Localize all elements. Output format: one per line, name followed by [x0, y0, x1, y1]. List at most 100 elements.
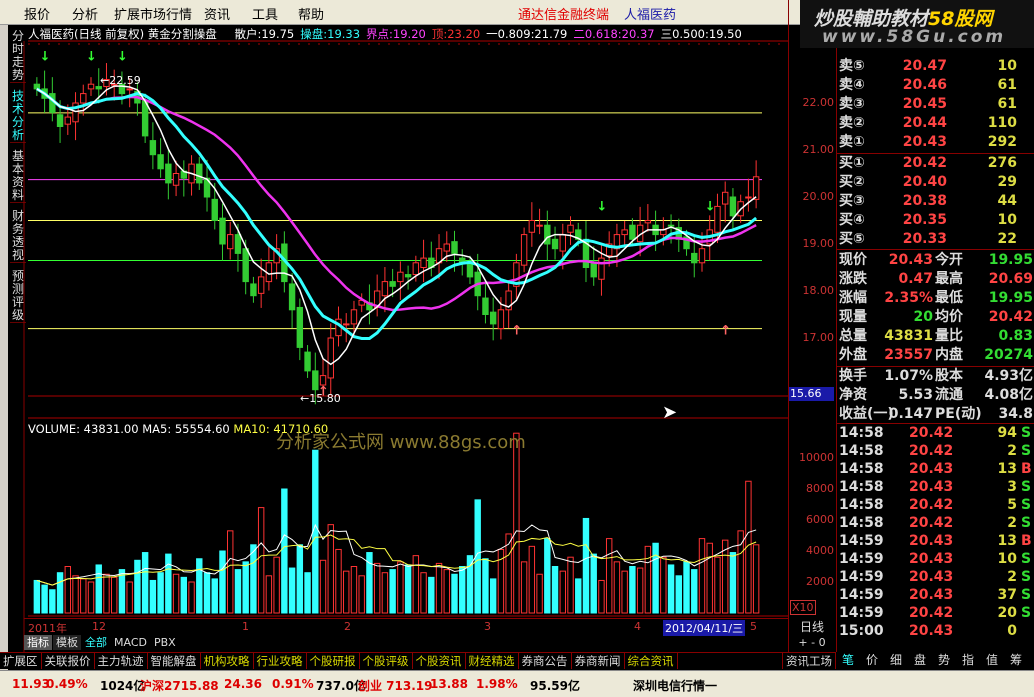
volume-bar	[95, 564, 102, 614]
quote-row: 涨幅 2.35% 最低 19.95	[837, 289, 1034, 307]
bottom-tab[interactable]: 行业攻略	[254, 653, 307, 669]
volume-bar	[559, 570, 566, 614]
volume-bar	[729, 552, 737, 614]
volume-bar	[304, 572, 311, 614]
volume-axis-label: 4000	[806, 544, 834, 557]
zoom-controls[interactable]: + - 0	[790, 636, 834, 650]
order-label: 买③	[839, 193, 865, 209]
fund-value: 34.8	[998, 406, 1033, 422]
tab-all[interactable]: 全部	[82, 635, 110, 650]
tick-volume: 2	[1007, 515, 1017, 531]
volume-bar	[443, 569, 450, 614]
quote-row: 卖② 20.44 110	[837, 114, 1034, 132]
tick-volume: 2	[1007, 569, 1017, 585]
volume-bar	[227, 530, 234, 614]
right-panel-tabs: 笔价细盘势指值筹	[836, 652, 1034, 669]
bottom-tab[interactable]: 个股资讯	[413, 653, 466, 669]
tab-pbx[interactable]: PBX	[151, 635, 179, 650]
quote-label: 最低	[935, 290, 963, 306]
bottom-tabs: 扩展区 关联报价 主力轨迹 智能解盘 机构攻略 行业攻略 个股研报 个股评级 个股资讯 财经精选券…	[0, 652, 836, 669]
right-tab[interactable]: 盘	[908, 652, 932, 668]
tick-price: 20.43	[909, 533, 954, 549]
sell-signal-arrow-icon: ↓	[117, 50, 128, 65]
bottom-tab[interactable]: 综合资讯	[625, 653, 678, 669]
order-volume: 10	[997, 58, 1017, 74]
tick-time: 15:00	[839, 623, 884, 639]
volume-bar	[489, 578, 497, 614]
volume-axis-label: 8000	[806, 482, 834, 495]
bottom-tab[interactable]: 主力轨迹	[95, 653, 148, 669]
candle-body	[691, 252, 698, 264]
right-tab[interactable]: 值	[980, 652, 1004, 668]
tab-indicator[interactable]: 指标	[24, 635, 52, 650]
volume-bar	[265, 575, 273, 614]
kline-chart[interactable]: ↓ ↓ ↓↑↑↓ ↓↑	[0, 0, 836, 652]
volume-bar	[706, 542, 713, 614]
status-item: 深圳电信行情一	[633, 679, 718, 693]
tick-time: 14:58	[839, 497, 884, 513]
candle-body	[196, 163, 203, 184]
status-item: 0.49%	[46, 677, 88, 691]
quote-row: 卖⑤ 20.47 10	[837, 57, 1034, 75]
tick-time: 14:58	[839, 425, 884, 441]
selected-date: 2012/04/11/三	[663, 620, 746, 636]
price-axis-label: 21.00	[802, 143, 835, 156]
volume-bar	[605, 538, 613, 614]
quote-row: 外盘 23557 内盘 20274	[837, 346, 1034, 364]
order-volume: 29	[997, 174, 1017, 190]
right-tab[interactable]: 价	[860, 652, 884, 668]
tick-side: B	[1021, 533, 1032, 549]
bottom-tab[interactable]: 券商新闻	[572, 653, 625, 669]
bottom-tab[interactable]: 个股研报	[307, 653, 360, 669]
cursor-price-label: 15.66	[788, 387, 834, 401]
right-tab[interactable]: 细	[884, 652, 908, 668]
bottom-tab[interactable]: 财经精选	[466, 653, 519, 669]
tick-price: 20.42	[909, 443, 954, 459]
bottom-tab[interactable]: 券商公告	[519, 653, 572, 669]
right-tab[interactable]: 指	[956, 652, 980, 668]
candle-body	[598, 257, 605, 280]
right-tab[interactable]: 笔	[836, 652, 860, 668]
quote-value: 20	[913, 309, 933, 325]
volume-bar	[219, 550, 226, 614]
volume-bar	[165, 553, 172, 614]
candle-body	[172, 173, 180, 186]
volume-bar	[528, 545, 536, 614]
candle-body	[250, 283, 257, 297]
tick-time: 14:58	[839, 461, 884, 477]
candle-body	[551, 238, 559, 250]
order-label: 卖①	[839, 134, 865, 150]
date-mark: 12	[92, 620, 106, 633]
tab-macd[interactable]: MACD	[111, 635, 150, 650]
fund-value: 4.08亿	[984, 387, 1033, 403]
volume-bar	[288, 567, 296, 614]
volume-bar	[41, 584, 48, 614]
fund-label: 净资	[839, 387, 867, 403]
fund-value: 4.93亿	[984, 368, 1033, 384]
info-value: 三0.500:19.50	[660, 27, 742, 41]
right-tab[interactable]: 筹	[1004, 652, 1028, 668]
status-bar: 11.93 0.49% 1024亿 沪深2715.88 24.36 0.91% 737.0亿…	[0, 670, 1034, 697]
tick-time: 14:58	[839, 443, 884, 459]
quote-value: 19.95	[988, 290, 1033, 306]
candle-body	[544, 224, 551, 245]
bottom-tab[interactable]: 资讯工场	[782, 653, 836, 669]
candle-body	[466, 262, 474, 278]
bottom-tab[interactable]: 扩展区	[0, 653, 42, 669]
bottom-tab[interactable]: 个股评级	[360, 653, 413, 669]
candle-body	[234, 234, 242, 254]
candle-body	[56, 114, 64, 127]
right-tab[interactable]: 势	[932, 652, 956, 668]
order-price: 20.40	[902, 174, 947, 190]
bottom-tab[interactable]: 智能解盘	[148, 653, 201, 669]
order-price: 20.42	[902, 155, 947, 171]
bottom-tab[interactable]: 机构攻略	[201, 653, 254, 669]
volume-bar	[149, 579, 157, 614]
tab-template[interactable]: 模板	[53, 635, 81, 650]
period-selector[interactable]: 日线	[790, 618, 834, 634]
volume-bar	[118, 569, 126, 614]
tick-volume: 2	[1007, 443, 1017, 459]
buy-signal-arrow-icon: ↑	[720, 324, 731, 339]
volume-bar	[343, 570, 350, 614]
bottom-tab[interactable]: 关联报价	[42, 653, 95, 669]
